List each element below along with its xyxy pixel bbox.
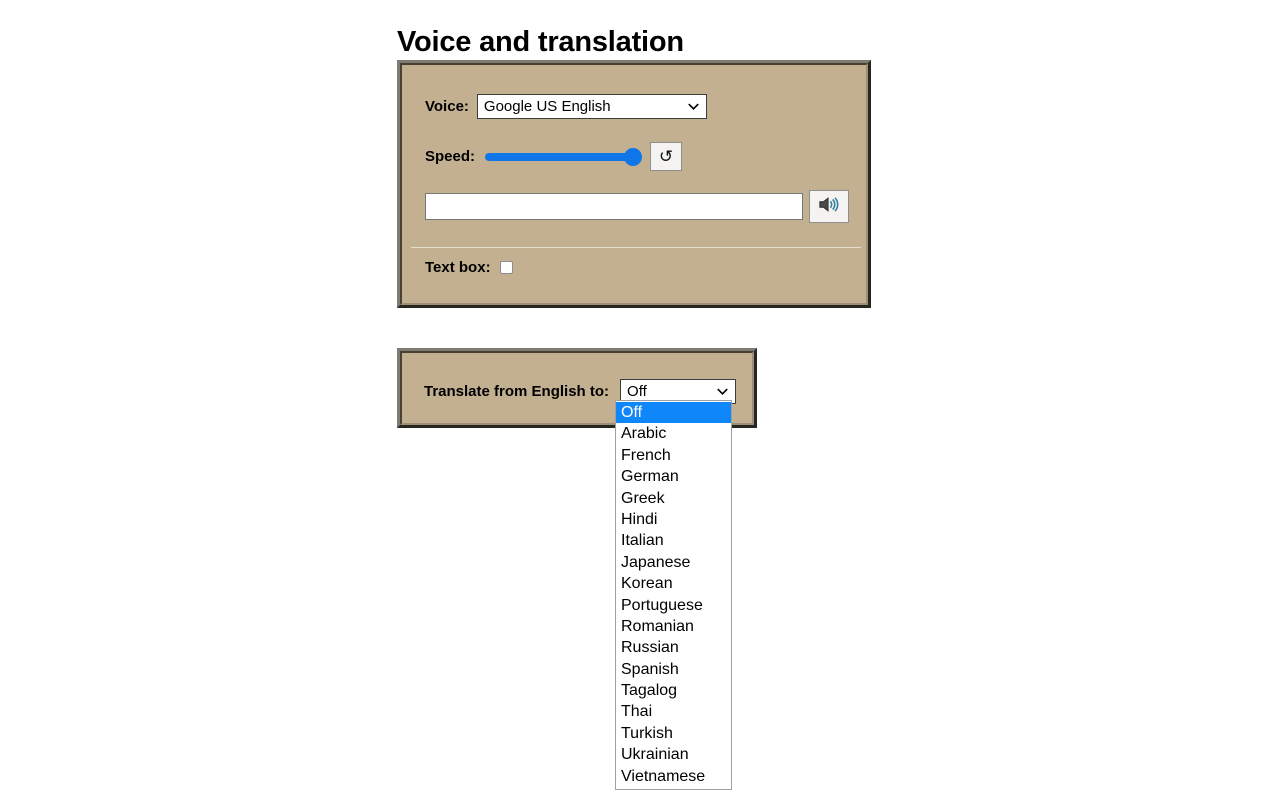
- dropdown-option-korean[interactable]: Korean: [616, 573, 731, 594]
- phrase-row: [425, 190, 849, 223]
- dropdown-option-romanian[interactable]: Romanian: [616, 616, 731, 637]
- dropdown-option-spanish[interactable]: Spanish: [616, 659, 731, 680]
- voice-row: Voice: Google US English: [425, 94, 707, 119]
- dropdown-option-japanese[interactable]: Japanese: [616, 552, 731, 573]
- speed-slider-track: [485, 153, 635, 161]
- dropdown-option-greek[interactable]: Greek: [616, 488, 731, 509]
- speaker-icon: [818, 195, 840, 219]
- textbox-label: Text box:: [425, 259, 491, 276]
- phrase-input[interactable]: [425, 193, 803, 220]
- dropdown-option-portuguese[interactable]: Portuguese: [616, 595, 731, 616]
- speed-slider-thumb[interactable]: [624, 148, 642, 166]
- textbox-checkbox[interactable]: [500, 261, 513, 274]
- page-title: Voice and translation: [397, 23, 684, 61]
- dropdown-option-thai[interactable]: Thai: [616, 701, 731, 722]
- panel-divider: [411, 247, 861, 248]
- textbox-row: Text box:: [425, 259, 513, 276]
- dropdown-option-vietnamese[interactable]: Vietnamese: [616, 766, 731, 787]
- speed-row: Speed: ↺: [425, 142, 682, 171]
- chevron-down-icon: [688, 101, 699, 112]
- translate-language-dropdown[interactable]: OffArabicFrenchGermanGreekHindiItalianJa…: [615, 400, 732, 790]
- reset-speed-button[interactable]: ↺: [650, 142, 682, 171]
- translate-label: Translate from English to:: [424, 383, 609, 400]
- speed-label: Speed:: [425, 148, 475, 165]
- dropdown-option-german[interactable]: German: [616, 466, 731, 487]
- voice-select-value: Google US English: [484, 98, 611, 115]
- voice-settings-panel: Voice: Google US English Speed: ↺: [397, 60, 871, 308]
- dropdown-option-turkish[interactable]: Turkish: [616, 723, 731, 744]
- reset-icon: ↺: [659, 148, 673, 165]
- dropdown-option-tagalog[interactable]: Tagalog: [616, 680, 731, 701]
- dropdown-option-off[interactable]: Off: [616, 402, 731, 423]
- dropdown-option-russian[interactable]: Russian: [616, 637, 731, 658]
- dropdown-option-hindi[interactable]: Hindi: [616, 509, 731, 530]
- translate-select-value: Off: [627, 383, 647, 400]
- dropdown-option-italian[interactable]: Italian: [616, 530, 731, 551]
- dropdown-option-arabic[interactable]: Arabic: [616, 423, 731, 444]
- dropdown-option-ukrainian[interactable]: Ukrainian: [616, 744, 731, 765]
- speak-button[interactable]: [809, 190, 849, 223]
- speed-slider[interactable]: [485, 148, 643, 166]
- dropdown-option-french[interactable]: French: [616, 445, 731, 466]
- voice-label: Voice:: [425, 98, 469, 115]
- voice-select[interactable]: Google US English: [477, 94, 707, 119]
- page-root: Voice and translation Voice: Google US E…: [0, 0, 1280, 800]
- chevron-down-icon: [717, 386, 728, 397]
